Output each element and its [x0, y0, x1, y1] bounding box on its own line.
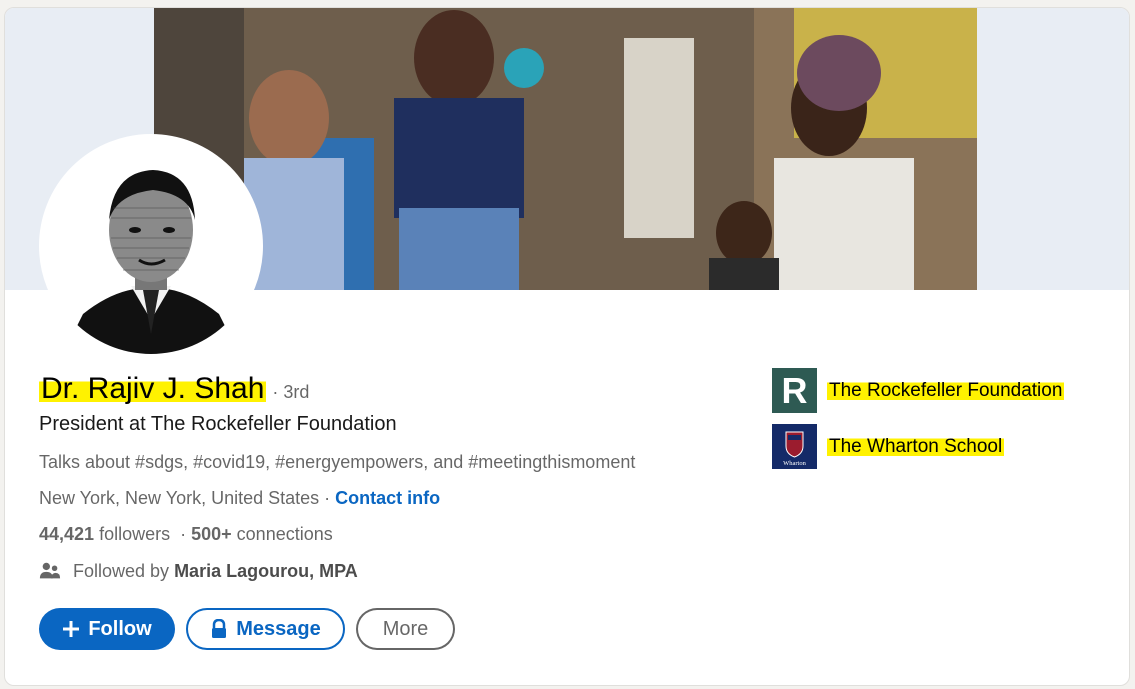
followers-label: followers: [99, 524, 171, 544]
message-label: Message: [236, 617, 321, 640]
profile-card: Dr. Rajiv J. Shah · 3rd President at The…: [4, 7, 1130, 686]
lock-icon: [210, 619, 228, 639]
org-wharton-label: The Wharton School: [827, 435, 1005, 458]
name-row: Dr. Rajiv J. Shah · 3rd: [39, 372, 309, 406]
people-icon: [39, 562, 61, 579]
more-button[interactable]: More: [356, 608, 455, 650]
connection-degree: · 3rd: [272, 382, 310, 402]
org-wharton[interactable]: Wharton The Wharton School: [772, 424, 1005, 469]
wharton-logo: Wharton: [772, 424, 817, 469]
plus-icon: [62, 620, 80, 638]
avatar[interactable]: [39, 134, 263, 358]
location-text: New York, New York, United States ·: [39, 488, 331, 508]
followed-by-prefix: Followed by: [73, 560, 170, 581]
banner-image: [154, 8, 977, 290]
follow-label: Follow: [88, 617, 152, 640]
rockefeller-logo: R: [772, 368, 817, 413]
follow-button[interactable]: Follow: [39, 608, 175, 650]
talks-about: Talks about #sdgs, #covid19, #energyempo…: [39, 452, 636, 472]
connections-link[interactable]: 500+ connections: [191, 524, 333, 544]
network-stats: 44,421 followers · 500+ connections: [39, 524, 333, 544]
profile-name: Dr. Rajiv J. Shah: [39, 372, 267, 406]
contact-info-link[interactable]: Contact info: [335, 488, 440, 508]
followed-by[interactable]: Followed by Maria Lagourou, MPA: [39, 560, 358, 582]
org-rockefeller-label: The Rockefeller Foundation: [827, 379, 1065, 402]
more-label: More: [382, 617, 429, 640]
message-button[interactable]: Message: [186, 608, 345, 650]
followers-count: 44,421: [39, 524, 95, 544]
connections-count: 500+: [191, 524, 232, 544]
followed-by-name: Maria Lagourou, MPA: [174, 560, 358, 581]
wharton-logo-text: Wharton: [783, 460, 806, 467]
followers-link[interactable]: 44,421 followers: [39, 524, 170, 544]
org-rockefeller[interactable]: R The Rockefeller Foundation: [772, 368, 1065, 413]
profile-headline: President at The Rockefeller Foundation: [39, 413, 397, 435]
connections-label: connections: [236, 524, 333, 544]
location-row: New York, New York, United States · Cont…: [39, 488, 440, 509]
avatar-portrait: [43, 138, 259, 354]
